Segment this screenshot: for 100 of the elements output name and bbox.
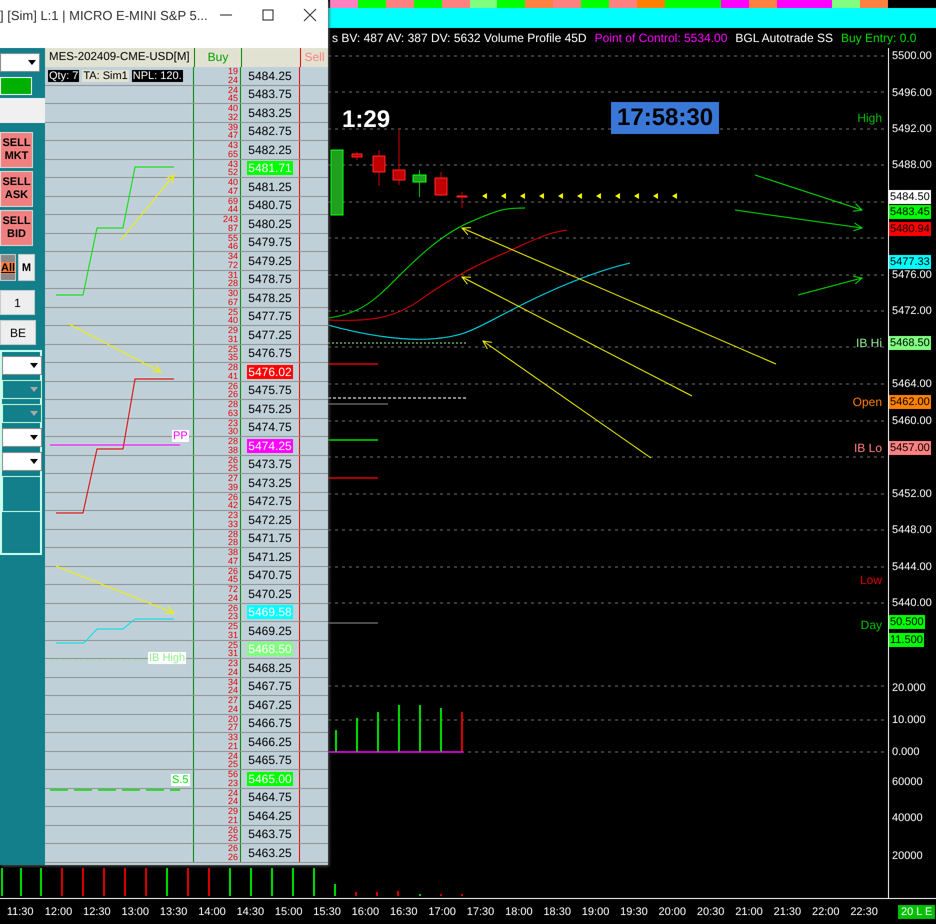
sell-button[interactable]: SELL BID bbox=[0, 210, 33, 246]
dropdown-field[interactable] bbox=[0, 53, 40, 72]
price-label[interactable]: 5463.75 bbox=[248, 827, 292, 842]
volume-value: 26 bbox=[228, 844, 238, 852]
volume-value: 24 bbox=[228, 86, 238, 94]
volume-value: 26 bbox=[228, 456, 238, 464]
price-marker: 5481.71 bbox=[247, 161, 293, 176]
time-label: 14:30 bbox=[236, 906, 266, 918]
price-label[interactable]: 5472.25 bbox=[248, 512, 292, 527]
price-label[interactable]: 5469.25 bbox=[248, 624, 292, 638]
price-marker: 5465.00 bbox=[247, 772, 293, 786]
price-badge: 5462.00 bbox=[889, 395, 931, 409]
price-label[interactable]: 5471.75 bbox=[248, 531, 292, 546]
volume-value: 24 bbox=[228, 594, 238, 602]
value-tick: 20.000 bbox=[892, 682, 926, 694]
price-badge: 5468.50 bbox=[889, 336, 931, 350]
time-label: 19:30 bbox=[619, 906, 649, 918]
price-label[interactable]: 5476.75 bbox=[248, 346, 292, 360]
price-badge: 5457.00 bbox=[889, 441, 931, 455]
volume-value: 28 bbox=[228, 530, 238, 538]
price-label[interactable]: 5483.25 bbox=[248, 106, 292, 120]
price-label[interactable]: 5482.25 bbox=[248, 142, 292, 157]
m-button[interactable]: M bbox=[18, 254, 35, 281]
level-tag: PP bbox=[172, 430, 189, 442]
price-label[interactable]: 5475.25 bbox=[248, 402, 292, 416]
volume-value: 23 bbox=[228, 511, 238, 520]
bar-timer: 1:29 bbox=[342, 106, 390, 134]
value-tick: 20000 bbox=[892, 850, 923, 862]
all-button[interactable]: All bbox=[0, 254, 16, 281]
volume-value: 27 bbox=[228, 696, 238, 704]
dropdown-field[interactable] bbox=[2, 428, 42, 447]
price-label[interactable]: 5463.25 bbox=[248, 846, 292, 860]
value-badge: 11.500 bbox=[889, 633, 924, 647]
volume-value: 27 bbox=[228, 474, 238, 482]
volume-value: 28 bbox=[228, 279, 238, 288]
dropdown-field[interactable] bbox=[2, 356, 42, 375]
price-label[interactable]: 5467.25 bbox=[248, 698, 292, 712]
sell-button[interactable]: SELL MKT bbox=[0, 132, 33, 168]
price-label[interactable]: 5474.75 bbox=[248, 420, 292, 434]
value-tick: 0.000 bbox=[892, 746, 920, 758]
volume-value: 31 bbox=[228, 649, 238, 658]
price-tick: 5500.00 bbox=[892, 50, 932, 62]
volume-value: 29 bbox=[228, 326, 238, 334]
price-label[interactable]: 5483.75 bbox=[248, 87, 292, 102]
volume-value: 20 bbox=[228, 714, 238, 723]
breakeven-button[interactable]: BE bbox=[0, 320, 36, 345]
volume-value: 40 bbox=[228, 178, 238, 186]
price-label[interactable]: 5468.25 bbox=[248, 660, 292, 675]
volume-value: 43 bbox=[228, 141, 238, 150]
quantity-field[interactable]: 1 bbox=[0, 290, 35, 315]
volume-value: 24 bbox=[228, 686, 238, 694]
indicator-text: Buy Entry: 0.0 bbox=[841, 31, 916, 45]
volume-value: 55 bbox=[228, 234, 238, 242]
time-label: 14:00 bbox=[197, 906, 227, 918]
time-label: 21:30 bbox=[772, 906, 802, 918]
price-label[interactable]: 5472.75 bbox=[248, 494, 292, 508]
time-label: 22:00 bbox=[810, 906, 840, 918]
price-label[interactable]: 5464.25 bbox=[248, 808, 292, 823]
sell-button[interactable]: SELL ASK bbox=[0, 171, 33, 207]
price-label[interactable]: 5481.25 bbox=[248, 180, 292, 194]
volume-value: 24 bbox=[228, 704, 238, 713]
price-label[interactable]: 5466.75 bbox=[248, 716, 292, 730]
volume-value: 69 bbox=[228, 196, 238, 205]
price-label[interactable]: 5484.25 bbox=[248, 68, 292, 83]
level-line bbox=[328, 622, 378, 624]
price-label[interactable]: 5475.75 bbox=[248, 383, 292, 398]
price-label[interactable]: 5477.25 bbox=[248, 328, 292, 342]
trend-arrow bbox=[120, 174, 175, 240]
volume-value: 26 bbox=[228, 492, 238, 501]
price-label[interactable]: 5471.25 bbox=[248, 550, 292, 564]
time-label: 15:00 bbox=[274, 906, 304, 918]
volume-value: 33 bbox=[228, 520, 238, 528]
price-label[interactable]: 5477.75 bbox=[248, 309, 292, 324]
price-label[interactable]: 5482.75 bbox=[248, 124, 292, 138]
volume-value: 26 bbox=[228, 390, 238, 398]
price-label[interactable]: 5470.75 bbox=[248, 568, 292, 582]
level-label: High bbox=[857, 111, 882, 125]
price-label[interactable]: 5467.75 bbox=[248, 679, 292, 694]
info-strip bbox=[0, 98, 45, 123]
time-label: 12:00 bbox=[44, 906, 74, 918]
volume-value: 65 bbox=[228, 150, 238, 158]
price-label[interactable]: 5466.25 bbox=[248, 734, 292, 749]
price-label[interactable]: 5478.25 bbox=[248, 290, 292, 305]
volume-value: 26 bbox=[228, 852, 238, 861]
price-label[interactable]: 5470.25 bbox=[248, 586, 292, 601]
price-label[interactable]: 5465.75 bbox=[248, 753, 292, 768]
window-title: ] [Sim] L:1 | MICRO E-MINI S&P 5... bbox=[0, 8, 209, 22]
volume-value: 28 bbox=[228, 400, 238, 408]
price-label[interactable]: 5480.75 bbox=[248, 198, 292, 212]
price-label[interactable]: 5479.75 bbox=[248, 235, 292, 250]
price-label[interactable]: 5478.75 bbox=[248, 272, 292, 286]
price-label[interactable]: 5464.75 bbox=[248, 790, 292, 804]
dropdown-field[interactable] bbox=[2, 452, 42, 471]
price-label[interactable]: 5473.75 bbox=[248, 457, 292, 472]
volume-value: 38 bbox=[228, 446, 238, 454]
price-label[interactable]: 5480.25 bbox=[248, 216, 292, 231]
price-tick: 5448.00 bbox=[892, 524, 932, 536]
price-label[interactable]: 5473.25 bbox=[248, 476, 292, 490]
caret-icon bbox=[30, 363, 38, 368]
price-label[interactable]: 5479.25 bbox=[248, 254, 292, 268]
